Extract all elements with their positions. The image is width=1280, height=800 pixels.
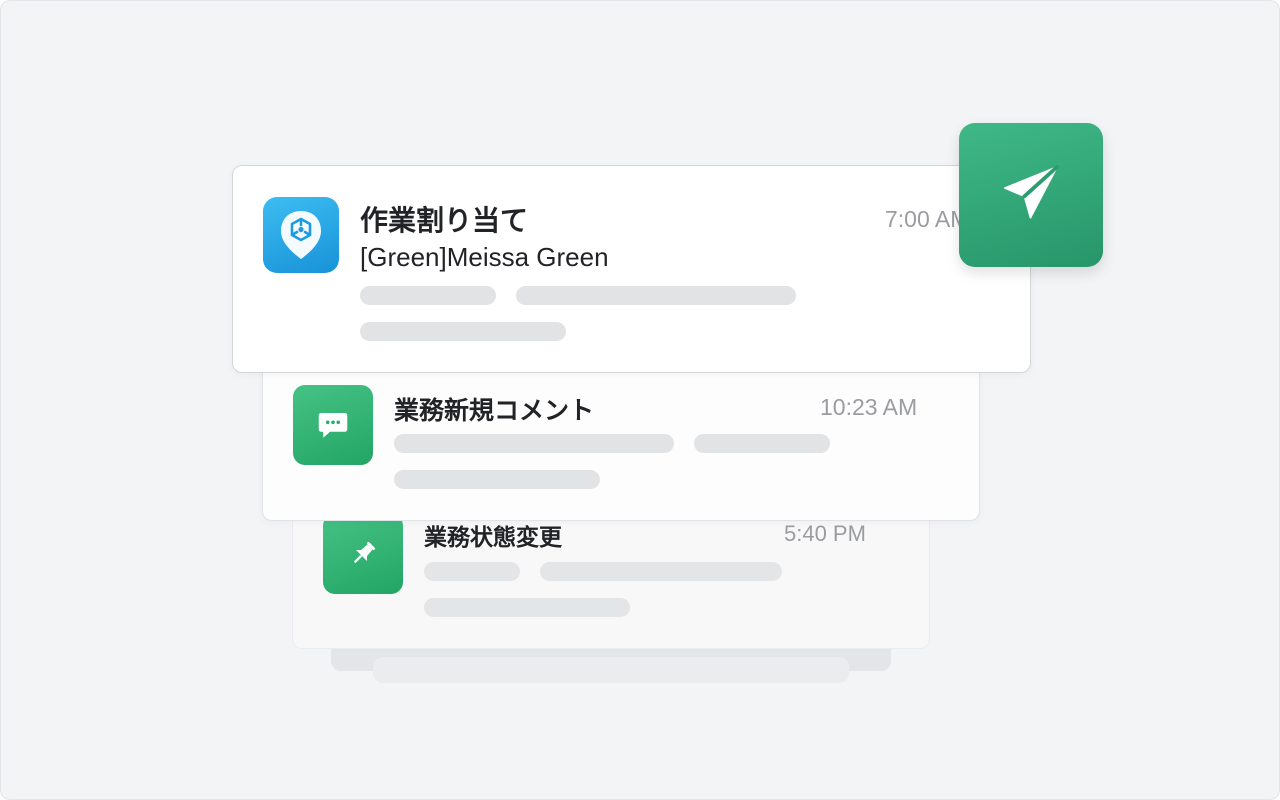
send-icon bbox=[998, 160, 1064, 231]
placeholder-line bbox=[360, 322, 566, 341]
placeholder-line bbox=[394, 470, 600, 489]
placeholder-line bbox=[540, 562, 782, 581]
canvas-background: 業務状態変更 5:40 PM 業務新規コメント 10:23 AM 作業割り当て … bbox=[0, 0, 1280, 800]
placeholder-line bbox=[424, 598, 630, 617]
notification-card-task-assignment[interactable]: 作業割り当て [Green]Meissa Green 7:00 AM bbox=[232, 165, 1031, 373]
notification-time: 5:40 PM bbox=[784, 521, 866, 546]
notification-subtitle: [Green]Meissa Green bbox=[360, 242, 609, 272]
placeholder-line bbox=[516, 286, 796, 305]
placeholder-line bbox=[424, 562, 520, 581]
stack-shadow-plate bbox=[373, 657, 849, 683]
notification-card-new-comment[interactable]: 業務新規コメント 10:23 AM bbox=[262, 363, 980, 521]
placeholder-line bbox=[694, 434, 830, 453]
notification-title: 業務新規コメント bbox=[394, 397, 595, 425]
notification-time: 10:23 AM bbox=[820, 394, 918, 420]
pin-icon bbox=[323, 514, 403, 594]
placeholder-line bbox=[360, 286, 496, 305]
placeholder-line bbox=[394, 434, 674, 453]
notification-title: 業務状態変更 bbox=[424, 524, 562, 550]
send-notification-badge bbox=[959, 123, 1103, 267]
notification-card-status-change[interactable]: 業務状態変更 5:40 PM bbox=[292, 499, 930, 649]
comment-icon bbox=[293, 385, 373, 465]
app-logo-icon bbox=[263, 197, 339, 273]
notification-time: 7:00 AM bbox=[885, 206, 970, 232]
notification-title: 作業割り当て bbox=[360, 205, 529, 236]
